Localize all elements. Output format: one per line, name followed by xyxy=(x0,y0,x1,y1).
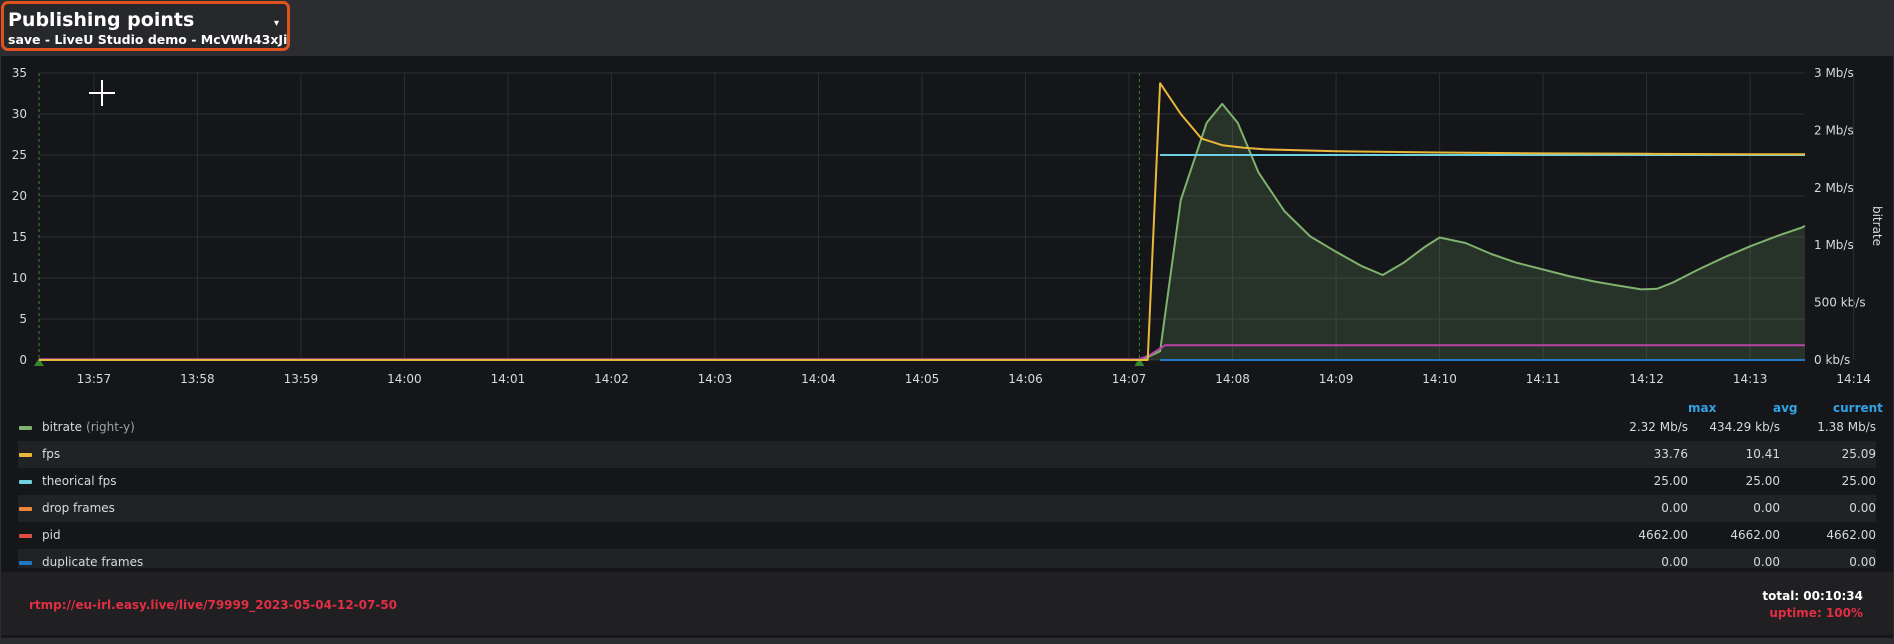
crosshair-cursor-icon xyxy=(101,80,103,106)
legend-swatch xyxy=(19,534,32,538)
legend-value-max: 33.76 xyxy=(1653,447,1688,461)
legend-series-name[interactable]: pid xyxy=(42,528,65,542)
legend-value-current: 0.00 xyxy=(1849,555,1876,568)
legend-series-name[interactable]: theorical fps xyxy=(42,474,121,488)
total-duration: total: 00:10:34 xyxy=(1762,589,1863,603)
legend-swatch xyxy=(19,507,32,511)
legend-row-pid[interactable]: pid 4662.00 4662.00 4662.00 xyxy=(18,522,1876,549)
legend-value-max: 0.00 xyxy=(1661,555,1688,568)
legend-row-theorical-fps[interactable]: theorical fps 25.00 25.00 25.00 xyxy=(18,468,1876,495)
legend-series-name[interactable]: drop frames xyxy=(42,501,119,515)
uptime-value: uptime: 100% xyxy=(1769,606,1863,620)
legend-value-avg: 0.00 xyxy=(1753,555,1780,568)
legend-value-avg: 10.41 xyxy=(1745,447,1780,461)
legend: bitrate (right-y) 2.32 Mb/s 434.29 kb/s 1… xyxy=(1,56,1893,568)
legend-value-avg: 4662.00 xyxy=(1730,528,1780,542)
panel-subtitle: save - LiveU Studio demo - McVWh43xJi xyxy=(8,32,288,47)
legend-value-current: 25.09 xyxy=(1841,447,1876,461)
legend-row-bitrate[interactable]: bitrate (right-y) 2.32 Mb/s 434.29 kb/s 1… xyxy=(18,414,1876,441)
legend-value-max: 0.00 xyxy=(1661,501,1688,515)
legend-swatch xyxy=(19,561,32,565)
panel-title-dropdown[interactable]: Publishing points save - LiveU Studio de… xyxy=(1,1,290,51)
legend-value-current: 0.00 xyxy=(1849,501,1876,515)
legend-value-max: 2.32 Mb/s xyxy=(1629,420,1688,434)
legend-value-current: 25.00 xyxy=(1841,474,1876,488)
legend-series-name[interactable]: bitrate (right-y) xyxy=(42,420,135,434)
legend-row-fps[interactable]: fps 33.76 10.41 25.09 xyxy=(18,441,1876,468)
rtmp-url-link[interactable]: rtmp://eu-irl.easy.live/live/79999_2023-… xyxy=(29,598,397,612)
legend-swatch xyxy=(19,426,32,430)
panel-title: Publishing points xyxy=(8,9,195,31)
legend-value-avg: 25.00 xyxy=(1745,474,1780,488)
legend-value-max: 25.00 xyxy=(1653,474,1688,488)
legend-row-drop-frames[interactable]: drop frames 0.00 0.00 0.00 xyxy=(18,495,1876,522)
legend-series-name[interactable]: duplicate frames xyxy=(42,555,147,568)
graph-panel: 0 5 10 15 20 25 30 35 0 kb/s 500 kb/s 1 Mb/s 2 Mb/s… xyxy=(1,56,1893,638)
legend-series-name[interactable]: fps xyxy=(42,447,64,461)
legend-value-current: 4662.00 xyxy=(1826,528,1876,542)
legend-value-avg: 0.00 xyxy=(1753,501,1780,515)
legend-row-duplicate-frames[interactable]: duplicate frames 0.00 0.00 0.00 xyxy=(18,549,1876,568)
legend-value-avg: 434.29 kb/s xyxy=(1709,420,1780,434)
legend-swatch xyxy=(19,480,32,484)
legend-value-max: 4662.00 xyxy=(1638,528,1688,542)
panel-footer: rtmp://eu-irl.easy.live/live/79999_2023-… xyxy=(1,572,1893,635)
legend-value-current: 1.38 Mb/s xyxy=(1817,420,1876,434)
chevron-down-icon[interactable]: ▾ xyxy=(274,18,279,29)
legend-swatch xyxy=(19,453,32,457)
